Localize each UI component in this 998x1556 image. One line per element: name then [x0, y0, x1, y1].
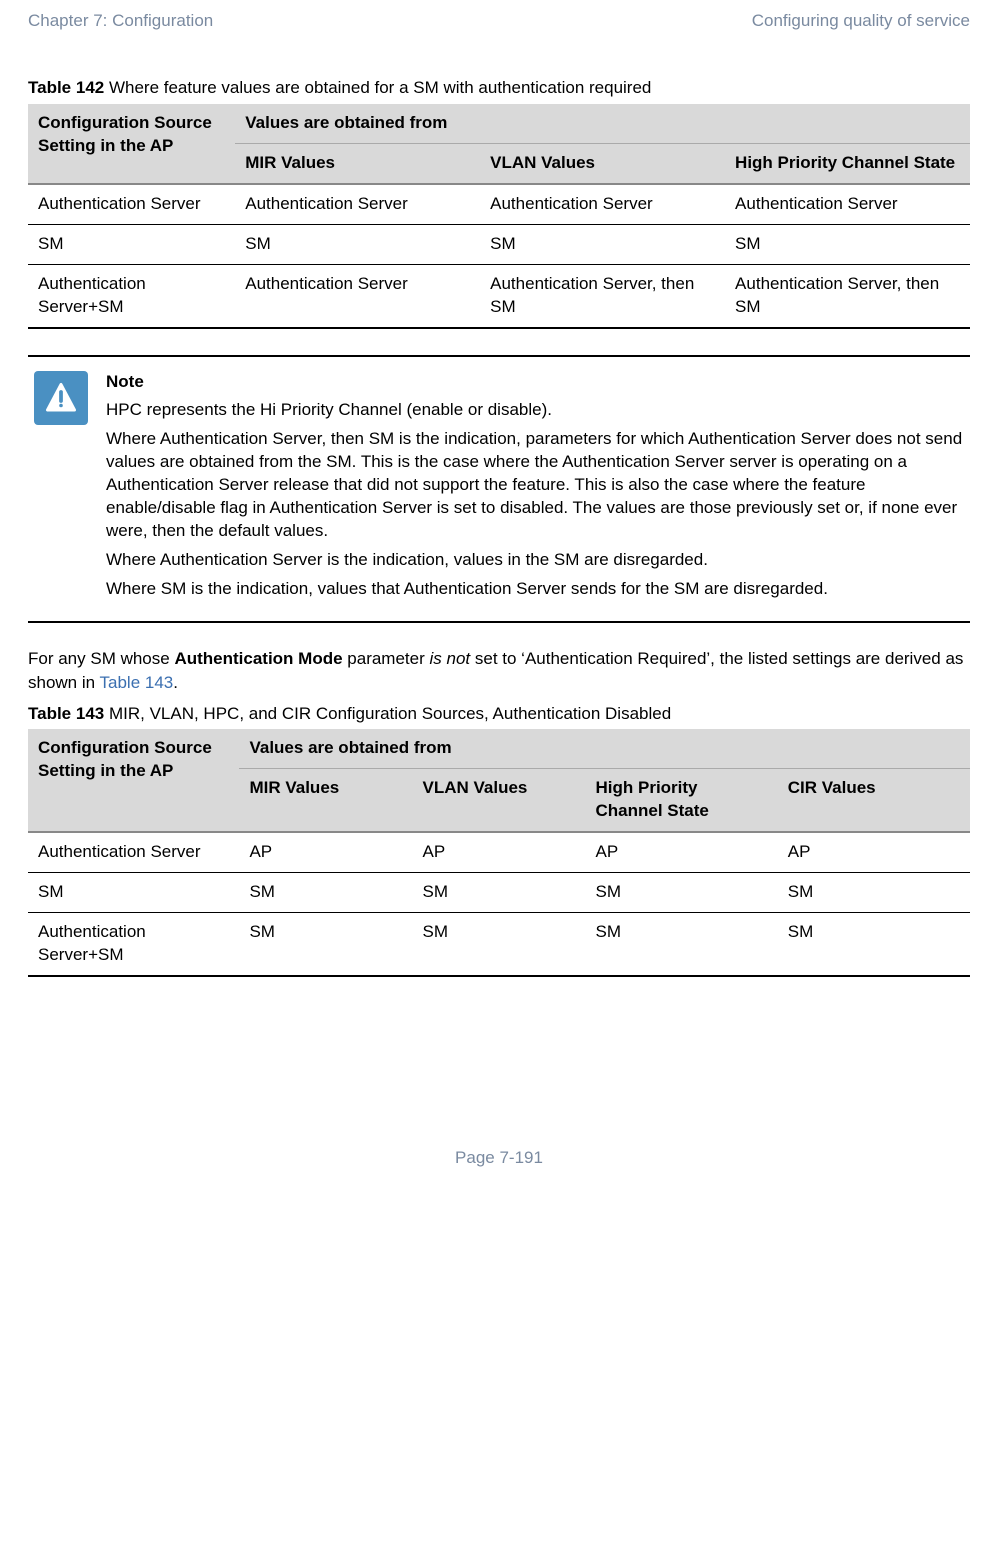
cell: Authentication Server+SM: [28, 264, 235, 327]
table143-caption: Table 143 MIR, VLAN, HPC, and CIR Config…: [28, 703, 970, 726]
intro-paragraph: For any SM whose Authentication Mode par…: [28, 647, 970, 695]
cell: AP: [778, 832, 970, 872]
table142-caption: Table 142 Where feature values are obtai…: [28, 77, 970, 100]
para-italic: is not: [430, 649, 471, 668]
cell: SM: [28, 873, 239, 913]
cell: Authentication Server+SM: [28, 913, 239, 976]
table143-subheader-mir: MIR Values: [239, 769, 412, 832]
cell: SM: [480, 224, 725, 264]
table143-group-header: Values are obtained from: [239, 729, 970, 768]
table143-link[interactable]: Table 143: [100, 673, 174, 692]
table142-group-header: Values are obtained from: [235, 104, 970, 143]
note-icon: [34, 371, 88, 425]
table142-caption-number: Table 142: [28, 78, 104, 97]
cell: SM: [239, 873, 412, 913]
note-paragraph: Where Authentication Server, then SM is …: [106, 428, 964, 543]
cell: Authentication Server: [235, 264, 480, 327]
table143-subheader-vlan: VLAN Values: [412, 769, 585, 832]
table142-subheader-mir: MIR Values: [235, 143, 480, 183]
table-row: Authentication Server Authentication Ser…: [28, 184, 970, 224]
table143-caption-number: Table 143: [28, 704, 104, 723]
note-paragraph: Where SM is the indication, values that …: [106, 578, 964, 601]
cell: Authentication Server: [28, 184, 235, 224]
table143-caption-text: MIR, VLAN, HPC, and CIR Configuration So…: [104, 704, 671, 723]
cell: Authentication Server, then SM: [480, 264, 725, 327]
cell: SM: [235, 224, 480, 264]
table143-subheader-hpc: High Priority Channel State: [586, 769, 778, 832]
table142-caption-text: Where feature values are obtained for a …: [104, 78, 651, 97]
cell: Authentication Server: [28, 832, 239, 872]
para-bold: Authentication Mode: [174, 649, 342, 668]
cell: Authentication Server: [235, 184, 480, 224]
table-row: SM SM SM SM: [28, 224, 970, 264]
cell: SM: [778, 873, 970, 913]
note-body: Note HPC represents the Hi Priority Chan…: [106, 371, 964, 607]
header-section: Configuring quality of service: [752, 10, 970, 33]
cell: Authentication Server: [480, 184, 725, 224]
cell: SM: [586, 913, 778, 976]
cell: AP: [239, 832, 412, 872]
table-row: SM SM SM SM SM: [28, 873, 970, 913]
table142-subheader-hpc: High Priority Channel State: [725, 143, 970, 183]
cell: AP: [586, 832, 778, 872]
cell: SM: [412, 913, 585, 976]
cell: SM: [28, 224, 235, 264]
table-row: Authentication Server+SM SM SM SM SM: [28, 913, 970, 976]
cell: SM: [778, 913, 970, 976]
table143-subheader-cir: CIR Values: [778, 769, 970, 832]
table142-subheader-vlan: VLAN Values: [480, 143, 725, 183]
table-row: Authentication Server+SM Authentication …: [28, 264, 970, 327]
page-header: Chapter 7: Configuration Configuring qua…: [28, 10, 970, 33]
note-paragraph: Where Authentication Server is the indic…: [106, 549, 964, 572]
note-title: Note: [106, 371, 964, 394]
cell: SM: [412, 873, 585, 913]
table142: Configuration Source Setting in the AP V…: [28, 104, 970, 329]
cell: SM: [239, 913, 412, 976]
para-text: parameter: [343, 649, 430, 668]
table-row: Authentication Server AP AP AP AP: [28, 832, 970, 872]
table143-col1-header: Configuration Source Setting in the AP: [28, 729, 239, 832]
para-text: For any SM whose: [28, 649, 174, 668]
page-footer: Page 7-191: [28, 1147, 970, 1170]
cell: AP: [412, 832, 585, 872]
note-paragraph: HPC represents the Hi Priority Channel (…: [106, 399, 964, 422]
cell: SM: [725, 224, 970, 264]
cell: Authentication Server: [725, 184, 970, 224]
table143: Configuration Source Setting in the AP V…: [28, 729, 970, 977]
table142-col1-header: Configuration Source Setting in the AP: [28, 104, 235, 184]
cell: Authentication Server, then SM: [725, 264, 970, 327]
para-text: .: [173, 673, 178, 692]
note-block: Note HPC represents the Hi Priority Chan…: [28, 357, 970, 623]
cell: SM: [586, 873, 778, 913]
header-chapter: Chapter 7: Configuration: [28, 10, 213, 33]
